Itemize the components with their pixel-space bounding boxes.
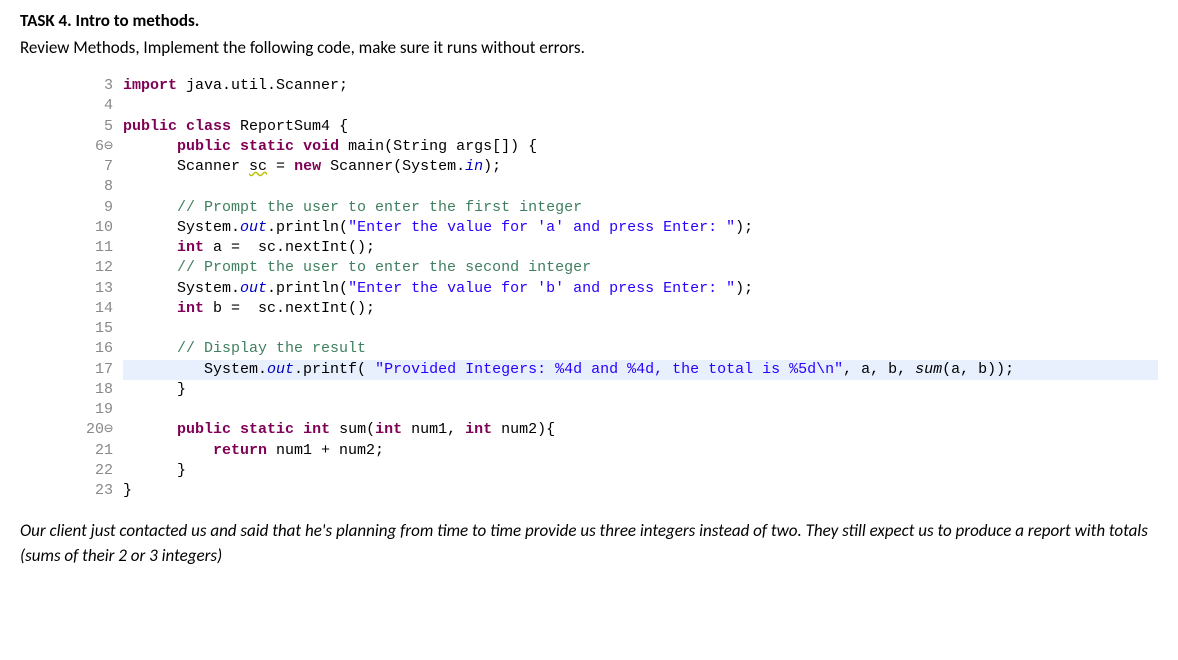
code-content: // Prompt the user to enter the first in… (123, 198, 1158, 218)
code-line: 3import java.util.Scanner; (75, 76, 1158, 96)
code-content: System.out.println("Enter the value for … (123, 218, 1158, 238)
gutter-number: 23 (75, 481, 123, 501)
code-content: System.out.println("Enter the value for … (123, 279, 1158, 299)
code-content: int a = sc.nextInt(); (123, 238, 1158, 258)
code-content: } (123, 380, 1158, 400)
code-content: import java.util.Scanner; (123, 76, 1158, 96)
gutter-number: 10 (75, 218, 123, 238)
code-line: 6⊖ public static void main(String args[]… (75, 137, 1158, 157)
gutter-number: 6⊖ (75, 137, 123, 157)
code-line: 18 } (75, 380, 1158, 400)
code-content: // Display the result (123, 339, 1158, 359)
code-line: 20⊖ public static int sum(int num1, int … (75, 420, 1158, 440)
gutter-number: 11 (75, 238, 123, 258)
gutter-number: 20⊖ (75, 420, 123, 440)
code-content: } (123, 481, 1158, 501)
gutter-number: 18 (75, 380, 123, 400)
gutter-number: 5 (75, 117, 123, 137)
code-line: 21 return num1 + num2; (75, 441, 1158, 461)
gutter-number: 3 (75, 76, 123, 96)
code-line: 14 int b = sc.nextInt(); (75, 299, 1158, 319)
code-content (123, 319, 1158, 339)
gutter-number: 21 (75, 441, 123, 461)
code-content: return num1 + num2; (123, 441, 1158, 461)
gutter-number: 17 (75, 360, 123, 380)
code-line: 4 (75, 96, 1158, 116)
code-content: public static int sum(int num1, int num2… (123, 420, 1158, 440)
code-content: int b = sc.nextInt(); (123, 299, 1158, 319)
footer-note: Our client just contacted us and said th… (20, 519, 1158, 568)
code-line: 17 System.out.printf( "Provided Integers… (75, 360, 1158, 380)
code-line: 16 // Display the result (75, 339, 1158, 359)
code-content: public class ReportSum4 { (123, 117, 1158, 137)
gutter-number: 7 (75, 157, 123, 177)
code-line: 11 int a = sc.nextInt(); (75, 238, 1158, 258)
code-content (123, 177, 1158, 197)
code-content (123, 96, 1158, 116)
task-description: Review Methods, Implement the following … (20, 37, 1158, 58)
code-line: 5public class ReportSum4 { (75, 117, 1158, 137)
code-content: } (123, 461, 1158, 481)
code-line: 12 // Prompt the user to enter the secon… (75, 258, 1158, 278)
code-content: // Prompt the user to enter the second i… (123, 258, 1158, 278)
gutter-number: 13 (75, 279, 123, 299)
code-line: 15 (75, 319, 1158, 339)
code-line: 13 System.out.println("Enter the value f… (75, 279, 1158, 299)
code-content (123, 400, 1158, 420)
gutter-number: 14 (75, 299, 123, 319)
code-content: public static void main(String args[]) { (123, 137, 1158, 157)
gutter-number: 4 (75, 96, 123, 116)
gutter-number: 8 (75, 177, 123, 197)
gutter-number: 12 (75, 258, 123, 278)
code-line: 10 System.out.println("Enter the value f… (75, 218, 1158, 238)
code-block: 3import java.util.Scanner;4 5public clas… (75, 76, 1158, 501)
task-title: TASK 4. Intro to methods. (20, 10, 1158, 31)
gutter-number: 22 (75, 461, 123, 481)
code-line: 19 (75, 400, 1158, 420)
code-content: Scanner sc = new Scanner(System.in); (123, 157, 1158, 177)
code-line: 7 Scanner sc = new Scanner(System.in); (75, 157, 1158, 177)
gutter-number: 16 (75, 339, 123, 359)
code-line: 8 (75, 177, 1158, 197)
code-content: System.out.printf( "Provided Integers: %… (123, 360, 1158, 380)
gutter-number: 19 (75, 400, 123, 420)
code-line: 23} (75, 481, 1158, 501)
gutter-number: 9 (75, 198, 123, 218)
code-line: 22 } (75, 461, 1158, 481)
gutter-number: 15 (75, 319, 123, 339)
code-line: 9 // Prompt the user to enter the first … (75, 198, 1158, 218)
